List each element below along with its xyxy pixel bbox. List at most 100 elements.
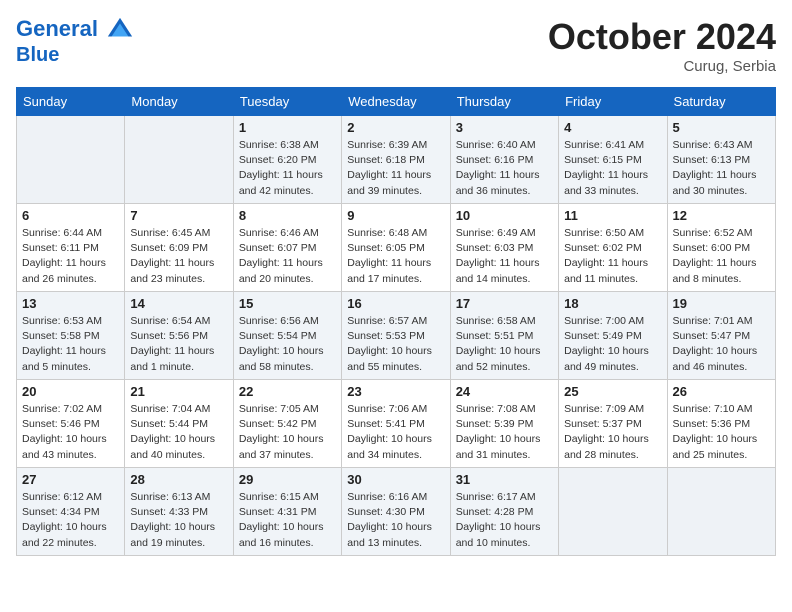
calendar-cell: 18 Sunrise: 7:00 AM Sunset: 5:49 PM Dayli… [559, 292, 667, 380]
logo-blue: Blue [16, 44, 134, 66]
calendar-cell: 5Sunrise: 6:43 AM Sunset: 6:13 PM Daylig… [667, 116, 775, 204]
day-number: 2 [347, 120, 444, 135]
day-number: 26 [673, 384, 770, 399]
day-number: 8 [239, 208, 336, 223]
day-number: 10 [456, 208, 553, 223]
calendar-week-row: 20 Sunrise: 7:02 AM Sunset: 5:46 PM Dayli… [17, 380, 776, 468]
calendar-cell: 19 Sunrise: 7:01 AM Sunset: 5:47 PM Dayli… [667, 292, 775, 380]
day-number: 24 [456, 384, 553, 399]
day-number: 16 [347, 296, 444, 311]
day-number: 19 [673, 296, 770, 311]
calendar-cell: 1 Sunrise: 6:38 AM Sunset: 6:20 PM Daylig… [233, 116, 341, 204]
day-info: Sunrise: 6:38 AM Sunset: 6:20 PM Dayligh… [239, 138, 336, 199]
day-info: Sunrise: 7:02 AM Sunset: 5:46 PM Dayligh… [22, 402, 119, 463]
day-number: 29 [239, 472, 336, 487]
calendar-cell: 17 Sunrise: 6:58 AM Sunset: 5:51 PM Dayli… [450, 292, 558, 380]
calendar-cell: 2 Sunrise: 6:39 AM Sunset: 6:18 PM Daylig… [342, 116, 450, 204]
day-number: 12 [673, 208, 770, 223]
location: Curug, Serbia [548, 58, 776, 75]
weekday-header: Saturday [667, 88, 775, 116]
calendar-table: SundayMondayTuesdayWednesdayThursdayFrid… [16, 87, 776, 556]
calendar-cell [559, 468, 667, 556]
calendar-week-row: 6Sunrise: 6:44 AM Sunset: 6:11 PM Daylig… [17, 204, 776, 292]
day-number: 22 [239, 384, 336, 399]
day-number: 17 [456, 296, 553, 311]
day-number: 30 [347, 472, 444, 487]
day-number: 6 [22, 208, 119, 223]
calendar-cell: 20 Sunrise: 7:02 AM Sunset: 5:46 PM Dayli… [17, 380, 125, 468]
day-info: Sunrise: 6:49 AM Sunset: 6:03 PM Dayligh… [456, 226, 553, 287]
calendar-cell: 14Sunrise: 6:54 AM Sunset: 5:56 PM Dayli… [125, 292, 233, 380]
day-info: Sunrise: 7:05 AM Sunset: 5:42 PM Dayligh… [239, 402, 336, 463]
day-info: Sunrise: 7:01 AM Sunset: 5:47 PM Dayligh… [673, 314, 770, 375]
calendar-cell [667, 468, 775, 556]
calendar-cell: 27Sunrise: 6:12 AM Sunset: 4:34 PM Dayli… [17, 468, 125, 556]
day-info: Sunrise: 6:56 AM Sunset: 5:54 PM Dayligh… [239, 314, 336, 375]
day-info: Sunrise: 7:00 AM Sunset: 5:49 PM Dayligh… [564, 314, 661, 375]
calendar-cell: 4 Sunrise: 6:41 AM Sunset: 6:15 PM Daylig… [559, 116, 667, 204]
day-number: 18 [564, 296, 661, 311]
day-info: Sunrise: 6:12 AM Sunset: 4:34 PM Dayligh… [22, 490, 119, 551]
calendar-cell: 13 Sunrise: 6:53 AM Sunset: 5:58 PM Dayli… [17, 292, 125, 380]
weekday-header: Friday [559, 88, 667, 116]
day-info: Sunrise: 6:39 AM Sunset: 6:18 PM Dayligh… [347, 138, 444, 199]
calendar-cell: 9Sunrise: 6:48 AM Sunset: 6:05 PM Daylig… [342, 204, 450, 292]
calendar-week-row: 1 Sunrise: 6:38 AM Sunset: 6:20 PM Daylig… [17, 116, 776, 204]
calendar-cell: 10 Sunrise: 6:49 AM Sunset: 6:03 PM Dayli… [450, 204, 558, 292]
day-number: 5 [673, 120, 770, 135]
day-info: Sunrise: 6:57 AM Sunset: 5:53 PM Dayligh… [347, 314, 444, 375]
calendar-cell: 31Sunrise: 6:17 AM Sunset: 4:28 PM Dayli… [450, 468, 558, 556]
calendar-cell: 28 Sunrise: 6:13 AM Sunset: 4:33 PM Dayli… [125, 468, 233, 556]
day-info: Sunrise: 6:53 AM Sunset: 5:58 PM Dayligh… [22, 314, 119, 375]
day-info: Sunrise: 7:04 AM Sunset: 5:44 PM Dayligh… [130, 402, 227, 463]
day-info: Sunrise: 7:06 AM Sunset: 5:41 PM Dayligh… [347, 402, 444, 463]
calendar-cell: 15Sunrise: 6:56 AM Sunset: 5:54 PM Dayli… [233, 292, 341, 380]
day-info: Sunrise: 6:50 AM Sunset: 6:02 PM Dayligh… [564, 226, 661, 287]
day-info: Sunrise: 6:54 AM Sunset: 5:56 PM Dayligh… [130, 314, 227, 375]
day-number: 23 [347, 384, 444, 399]
day-info: Sunrise: 6:17 AM Sunset: 4:28 PM Dayligh… [456, 490, 553, 551]
calendar-cell: 21Sunrise: 7:04 AM Sunset: 5:44 PM Dayli… [125, 380, 233, 468]
calendar-week-row: 13 Sunrise: 6:53 AM Sunset: 5:58 PM Dayli… [17, 292, 776, 380]
day-number: 9 [347, 208, 444, 223]
page-header: General Blue October 2024 Curug, Serbia [16, 16, 776, 75]
day-number: 25 [564, 384, 661, 399]
calendar-cell: 3Sunrise: 6:40 AM Sunset: 6:16 PM Daylig… [450, 116, 558, 204]
weekday-header: Thursday [450, 88, 558, 116]
day-number: 13 [22, 296, 119, 311]
day-number: 7 [130, 208, 227, 223]
calendar-week-row: 27Sunrise: 6:12 AM Sunset: 4:34 PM Dayli… [17, 468, 776, 556]
day-info: Sunrise: 6:15 AM Sunset: 4:31 PM Dayligh… [239, 490, 336, 551]
day-info: Sunrise: 6:46 AM Sunset: 6:07 PM Dayligh… [239, 226, 336, 287]
calendar-cell: 24Sunrise: 7:08 AM Sunset: 5:39 PM Dayli… [450, 380, 558, 468]
day-number: 28 [130, 472, 227, 487]
weekday-header: Tuesday [233, 88, 341, 116]
calendar-cell: 26 Sunrise: 7:10 AM Sunset: 5:36 PM Dayli… [667, 380, 775, 468]
calendar-cell: 11Sunrise: 6:50 AM Sunset: 6:02 PM Dayli… [559, 204, 667, 292]
day-info: Sunrise: 6:41 AM Sunset: 6:15 PM Dayligh… [564, 138, 661, 199]
day-number: 1 [239, 120, 336, 135]
day-info: Sunrise: 7:09 AM Sunset: 5:37 PM Dayligh… [564, 402, 661, 463]
calendar-cell: 30Sunrise: 6:16 AM Sunset: 4:30 PM Dayli… [342, 468, 450, 556]
calendar-cell: 29 Sunrise: 6:15 AM Sunset: 4:31 PM Dayli… [233, 468, 341, 556]
day-info: Sunrise: 6:58 AM Sunset: 5:51 PM Dayligh… [456, 314, 553, 375]
day-info: Sunrise: 7:10 AM Sunset: 5:36 PM Dayligh… [673, 402, 770, 463]
calendar-cell: 23 Sunrise: 7:06 AM Sunset: 5:41 PM Dayli… [342, 380, 450, 468]
title-block: October 2024 Curug, Serbia [548, 16, 776, 75]
weekday-header: Sunday [17, 88, 125, 116]
day-info: Sunrise: 6:13 AM Sunset: 4:33 PM Dayligh… [130, 490, 227, 551]
day-info: Sunrise: 6:52 AM Sunset: 6:00 PM Dayligh… [673, 226, 770, 287]
calendar-cell: 22 Sunrise: 7:05 AM Sunset: 5:42 PM Dayli… [233, 380, 341, 468]
calendar-cell: 12 Sunrise: 6:52 AM Sunset: 6:00 PM Dayli… [667, 204, 775, 292]
calendar-cell [125, 116, 233, 204]
calendar-cell: 8 Sunrise: 6:46 AM Sunset: 6:07 PM Daylig… [233, 204, 341, 292]
day-number: 20 [22, 384, 119, 399]
calendar-header-row: SundayMondayTuesdayWednesdayThursdayFrid… [17, 88, 776, 116]
weekday-header: Monday [125, 88, 233, 116]
day-number: 4 [564, 120, 661, 135]
day-info: Sunrise: 6:40 AM Sunset: 6:16 PM Dayligh… [456, 138, 553, 199]
calendar-cell: 25 Sunrise: 7:09 AM Sunset: 5:37 PM Dayli… [559, 380, 667, 468]
day-info: Sunrise: 6:45 AM Sunset: 6:09 PM Dayligh… [130, 226, 227, 287]
calendar-cell: 7 Sunrise: 6:45 AM Sunset: 6:09 PM Daylig… [125, 204, 233, 292]
weekday-header: Wednesday [342, 88, 450, 116]
